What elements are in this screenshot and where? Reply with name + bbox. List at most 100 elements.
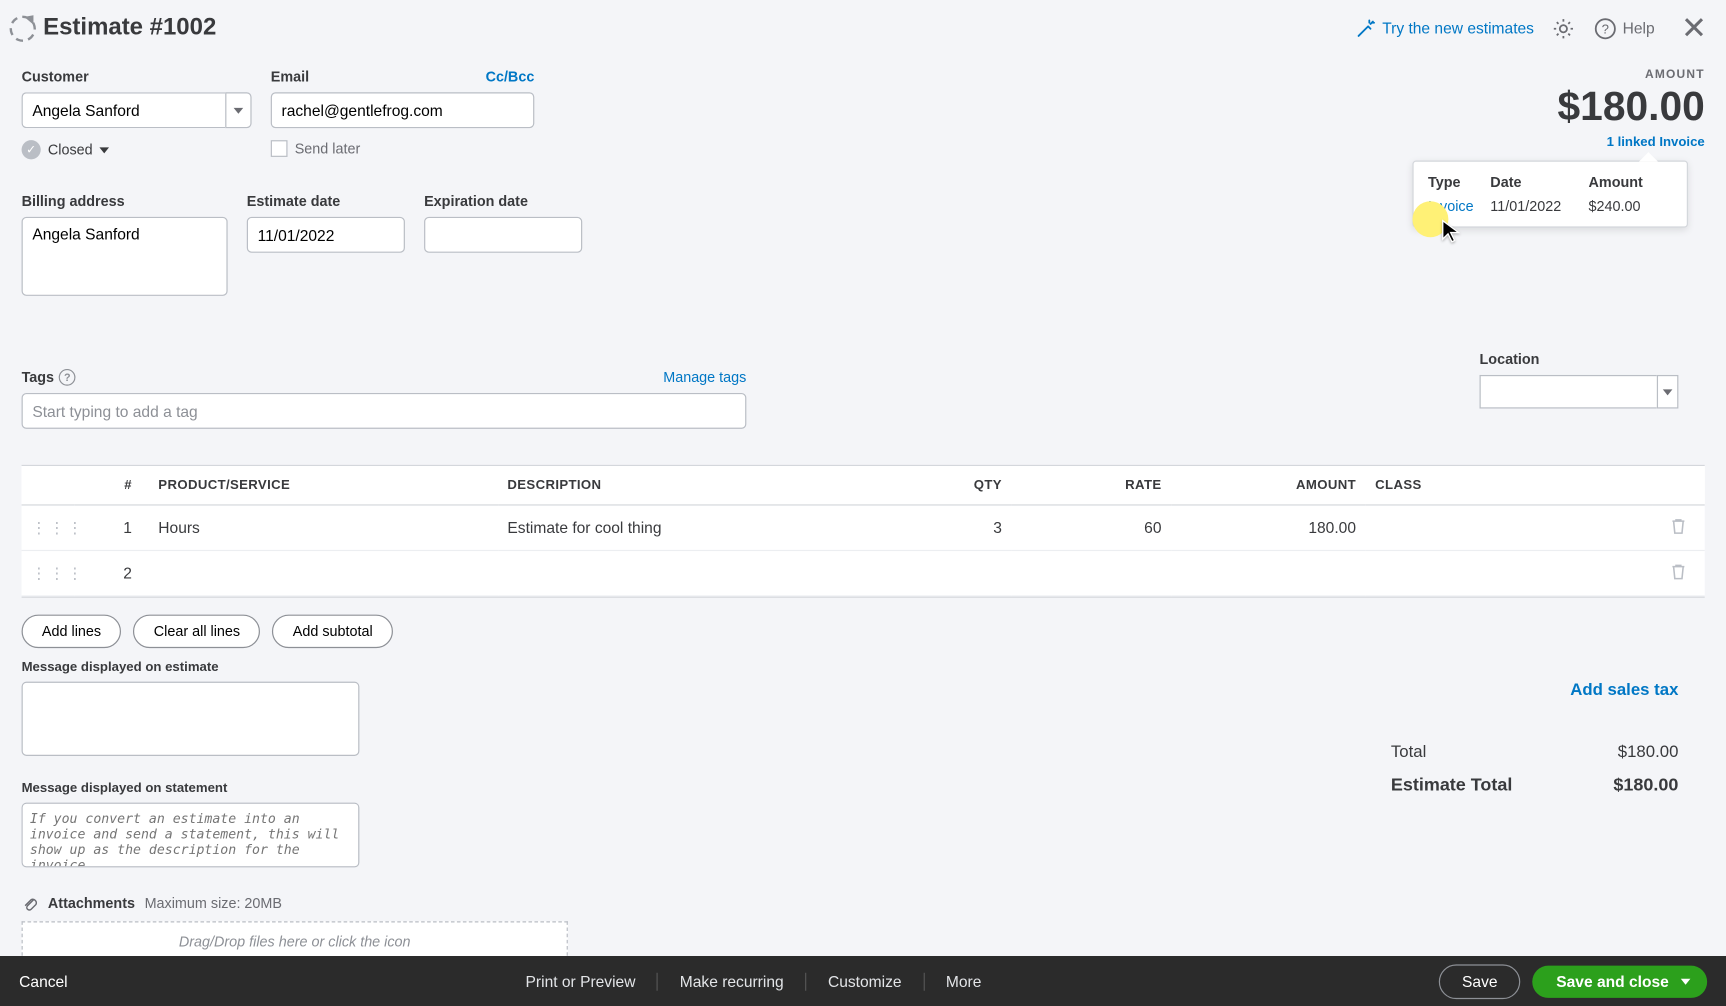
save-button[interactable]: Save xyxy=(1439,964,1520,999)
table-header-class: CLASS xyxy=(1366,466,1653,505)
table-header-product: PRODUCT/SERVICE xyxy=(149,466,498,505)
row-class[interactable] xyxy=(1366,550,1653,596)
add-lines-button[interactable]: Add lines xyxy=(22,615,122,649)
customer-select-input[interactable] xyxy=(22,92,226,128)
linked-invoice-link[interactable]: 1 linked Invoice xyxy=(1558,135,1705,149)
row-qty[interactable] xyxy=(847,550,1012,596)
table-row[interactable]: ⋮⋮⋮ 1 Hours Estimate for cool thing 3 60… xyxy=(22,505,1705,551)
page-title: Estimate #1002 xyxy=(43,14,216,42)
table-header-qty: QTY xyxy=(847,466,1012,505)
row-num: 1 xyxy=(74,505,149,551)
estimate-total-label: Estimate Total xyxy=(1391,775,1513,795)
expiration-date-input[interactable] xyxy=(424,217,582,253)
row-amount[interactable] xyxy=(1171,550,1365,596)
try-new-estimates-label: Try the new estimates xyxy=(1382,19,1534,37)
trash-icon xyxy=(1670,563,1687,580)
msg-statement-textarea[interactable] xyxy=(22,803,360,868)
svg-text:?: ? xyxy=(1602,21,1609,36)
attachments-label: Attachments xyxy=(48,895,135,912)
table-header-drag xyxy=(22,466,74,505)
drag-handle-icon[interactable]: ⋮⋮⋮ xyxy=(31,564,85,582)
row-description[interactable]: Estimate for cool thing xyxy=(498,505,847,551)
linked-invoice-amount: $240.00 xyxy=(1589,198,1673,215)
send-later-checkbox[interactable] xyxy=(271,140,288,157)
chevron-down-icon xyxy=(1663,389,1673,395)
tags-input[interactable] xyxy=(22,393,747,429)
popover-col-amount: Amount xyxy=(1589,174,1673,191)
more-button[interactable]: More xyxy=(923,972,1003,990)
row-num: 2 xyxy=(74,550,149,596)
msg-estimate-label: Message displayed on estimate xyxy=(22,660,1705,674)
caret-down-icon xyxy=(100,147,110,153)
customize-button[interactable]: Customize xyxy=(805,972,923,990)
billing-address-textarea[interactable]: Angela Sanford xyxy=(22,217,228,296)
row-rate[interactable] xyxy=(1012,550,1172,596)
trash-icon xyxy=(1670,518,1687,535)
help-circle-icon[interactable]: ? xyxy=(59,369,76,386)
row-product[interactable] xyxy=(149,550,498,596)
amount-label: AMOUNT xyxy=(1558,68,1705,81)
location-select-input[interactable] xyxy=(1480,375,1657,409)
cancel-button[interactable]: Cancel xyxy=(19,972,67,990)
help-button[interactable]: ? Help xyxy=(1594,16,1655,40)
help-icon: ? xyxy=(1594,16,1618,40)
table-header-rate: RATE xyxy=(1012,466,1172,505)
estimate-date-input[interactable] xyxy=(247,217,405,253)
status-dropdown[interactable]: ✓ Closed xyxy=(22,140,252,159)
drag-handle-icon[interactable]: ⋮⋮⋮ xyxy=(31,518,85,536)
location-select-chevron[interactable] xyxy=(1657,375,1679,409)
attachments-max: Maximum size: 20MB xyxy=(145,895,282,912)
expiration-date-label: Expiration date xyxy=(424,193,582,210)
table-header-num: # xyxy=(74,466,149,505)
chevron-down-icon xyxy=(234,107,244,113)
location-label: Location xyxy=(1480,351,1679,368)
table-row[interactable]: ⋮⋮⋮ 2 xyxy=(22,550,1705,596)
save-and-close-label: Save and close xyxy=(1556,972,1669,990)
recurring-icon xyxy=(10,15,36,41)
total-value: $180.00 xyxy=(1618,742,1679,761)
amount-value: $180.00 xyxy=(1558,84,1705,131)
clear-lines-button[interactable]: Clear all lines xyxy=(133,615,260,649)
close-button[interactable]: ✕ xyxy=(1671,10,1716,47)
customer-select-chevron[interactable] xyxy=(225,92,251,128)
customer-label: Customer xyxy=(22,68,252,85)
send-later-label: Send later xyxy=(295,140,361,157)
print-preview-button[interactable]: Print or Preview xyxy=(504,972,657,990)
msg-estimate-textarea[interactable] xyxy=(22,682,360,756)
paperclip-icon xyxy=(22,895,39,912)
row-rate[interactable]: 60 xyxy=(1012,505,1172,551)
estimate-date-label: Estimate date xyxy=(247,193,405,210)
try-new-estimates-link[interactable]: Try the new estimates xyxy=(1356,19,1534,38)
delete-row-button[interactable] xyxy=(1670,565,1687,583)
row-class[interactable] xyxy=(1366,505,1653,551)
tags-label: Tags xyxy=(22,369,54,386)
popover-col-date: Date xyxy=(1490,174,1586,191)
row-description[interactable] xyxy=(498,550,847,596)
add-subtotal-button[interactable]: Add subtotal xyxy=(272,615,393,649)
linked-invoice-date: 11/01/2022 xyxy=(1490,198,1586,215)
status-label: Closed xyxy=(48,141,93,158)
table-header-description: DESCRIPTION xyxy=(498,466,847,505)
delete-row-button[interactable] xyxy=(1670,520,1687,538)
estimate-total-value: $180.00 xyxy=(1613,775,1678,795)
cursor-pointer-icon xyxy=(1439,218,1465,248)
help-label: Help xyxy=(1623,19,1655,37)
add-sales-tax-link[interactable]: Add sales tax xyxy=(1391,679,1679,698)
table-header-amount: AMOUNT xyxy=(1171,466,1365,505)
manage-tags-link[interactable]: Manage tags xyxy=(663,369,746,386)
gear-icon[interactable] xyxy=(1551,15,1577,41)
email-input[interactable] xyxy=(271,92,535,128)
total-label: Total xyxy=(1391,742,1426,761)
row-product[interactable]: Hours xyxy=(149,505,498,551)
table-header-delete xyxy=(1652,466,1704,505)
ccbcc-link[interactable]: Cc/Bcc xyxy=(486,68,535,85)
chevron-down-icon xyxy=(1681,978,1691,984)
check-circle-icon: ✓ xyxy=(22,140,41,159)
save-and-close-button[interactable]: Save and close xyxy=(1532,965,1707,997)
row-amount[interactable]: 180.00 xyxy=(1171,505,1365,551)
row-qty[interactable]: 3 xyxy=(847,505,1012,551)
make-recurring-button[interactable]: Make recurring xyxy=(657,972,805,990)
popover-col-type: Type xyxy=(1428,174,1488,191)
billing-address-label: Billing address xyxy=(22,193,228,210)
wand-icon xyxy=(1356,19,1375,38)
